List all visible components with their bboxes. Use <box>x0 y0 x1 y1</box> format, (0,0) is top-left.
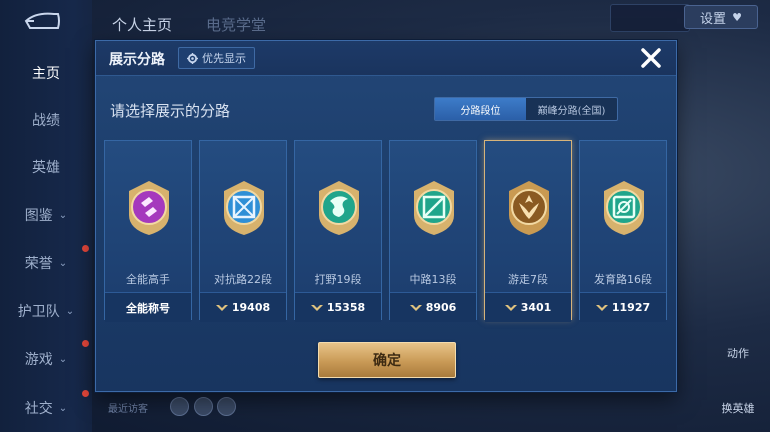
lane-name: 游走7段 <box>508 273 548 286</box>
heart-icon: ♥ <box>732 10 742 24</box>
chevron-down-icon: ⌄ <box>58 257 68 269</box>
nav-label: 社交 <box>24 401 53 417</box>
avatar[interactable] <box>194 397 213 416</box>
lane-points: 8906 <box>425 301 457 314</box>
notification-dot <box>82 390 89 397</box>
notification-dot <box>82 340 89 347</box>
lane-points: 19408 <box>231 301 271 314</box>
nav-label: 英雄 <box>32 160 60 176</box>
points-icon <box>215 304 228 311</box>
tab-esports-academy[interactable]: 电竞学堂 <box>206 14 266 35</box>
lane-points: 3401 <box>520 301 552 314</box>
nav-label: 荣誉 <box>24 256 53 272</box>
lane-points: 15358 <box>326 301 366 314</box>
nav-item-guard-team[interactable]: 护卫队 ⌄ <box>0 296 92 326</box>
close-button[interactable] <box>632 45 670 71</box>
nav-item-heroes[interactable]: 英雄 <box>0 152 92 182</box>
nav-item-social[interactable]: 社交 ⌄ <box>0 393 92 423</box>
lane-card-allround[interactable]: 全能高手 全能称号 <box>104 140 192 322</box>
points-icon <box>310 304 323 311</box>
lane-footer: 3401 <box>485 292 571 322</box>
farm-lane-badge-icon <box>604 181 644 235</box>
lane-name: 发育路16段 <box>594 273 652 286</box>
avatar[interactable] <box>217 397 236 416</box>
lane-title: 全能称号 <box>126 301 170 315</box>
nav-label: 主页 <box>32 66 60 82</box>
nav-label: 护卫队 <box>17 304 60 320</box>
avatar[interactable] <box>170 397 189 416</box>
nav-item-honor[interactable]: 荣誉 ⌄ <box>0 248 92 278</box>
lane-footer: 15358 <box>295 292 381 322</box>
lane-footer: 19408 <box>200 292 286 322</box>
emote-button[interactable]: 动作 <box>716 345 760 361</box>
lane-card-farm[interactable]: 发育路16段 11927 <box>579 140 667 322</box>
chevron-down-icon: ⌄ <box>65 305 75 317</box>
settings-label: 设置 <box>700 11 727 27</box>
gear-icon <box>187 52 198 64</box>
chevron-down-icon: ⌄ <box>58 353 68 365</box>
toggle-lane-rank[interactable]: 分路段位 <box>435 98 526 120</box>
lane-name: 对抗路22段 <box>214 273 272 286</box>
section-subtitle: 请选择展示的分路 <box>110 102 231 120</box>
points-icon <box>409 304 422 311</box>
priority-label: 优先显示 <box>202 52 246 65</box>
priority-display-button[interactable]: 优先显示 <box>178 47 255 69</box>
jungle-badge-icon <box>319 181 359 235</box>
chevron-down-icon: ⌄ <box>58 209 68 221</box>
allround-badge-icon <box>129 181 169 235</box>
lane-footer: 8906 <box>390 292 476 322</box>
nav-label: 游戏 <box>24 352 53 368</box>
nav-item-games[interactable]: 游戏 ⌄ <box>0 344 92 374</box>
lane-name: 中路13段 <box>409 273 457 286</box>
lane-mode-toggle: 分路段位 巅峰分路(全国) <box>434 97 618 121</box>
back-icon[interactable] <box>20 10 64 32</box>
nav-item-home[interactable]: 主页 <box>0 58 92 88</box>
nav-item-codex[interactable]: 图鉴 ⌄ <box>0 200 92 230</box>
mid-lane-badge-icon <box>414 181 454 235</box>
lane-name: 打野19段 <box>314 273 362 286</box>
lane-name: 全能高手 <box>126 273 170 286</box>
lane-card-clash[interactable]: 对抗路22段 19408 <box>199 140 287 322</box>
chevron-down-icon: ⌄ <box>58 402 68 414</box>
lane-card-mid[interactable]: 中路13段 8906 <box>389 140 477 322</box>
side-navigation: 主页 战绩 英雄 图鉴 ⌄ 荣誉 ⌄ 护卫队 ⌄ 游戏 ⌄ 社交 ⌄ <box>0 0 92 432</box>
lane-card-jungle[interactable]: 打野19段 15358 <box>294 140 382 322</box>
lane-points: 11927 <box>611 301 651 314</box>
recent-visitors-label: 最近访客 <box>108 404 148 415</box>
nav-label: 战绩 <box>32 113 60 129</box>
lane-footer: 11927 <box>580 292 666 322</box>
notification-dot <box>82 245 89 252</box>
toggle-peak-lane[interactable]: 巅峰分路(全国) <box>526 98 617 120</box>
points-icon <box>504 304 517 311</box>
lane-card-roam[interactable]: 游走7段 3401 <box>484 140 572 322</box>
close-icon <box>641 48 661 68</box>
lane-display-modal: 展示分路 优先显示 请选择展示的分路 分路段位 巅峰分路(全国) 全能高手 全能… <box>95 40 677 392</box>
settings-button[interactable]: 设置 ♥ <box>684 5 758 29</box>
lane-footer: 全能称号 <box>105 292 191 322</box>
modal-header: 展示分路 优先显示 <box>96 41 676 76</box>
tab-profile[interactable]: 个人主页 <box>112 14 172 35</box>
vip-status <box>610 4 690 32</box>
nav-item-records[interactable]: 战绩 <box>0 105 92 135</box>
change-hero-button[interactable]: 换英雄 <box>716 400 760 416</box>
lane-cards: 全能高手 全能称号 对抗路22段 19408 打野19段 15358 中路13段… <box>104 140 668 322</box>
points-icon <box>595 304 608 311</box>
nav-label: 图鉴 <box>24 208 53 224</box>
modal-title: 展示分路 <box>109 52 165 68</box>
confirm-button[interactable]: 确定 <box>318 342 456 378</box>
clash-lane-badge-icon <box>224 181 264 235</box>
roam-badge-icon <box>509 181 549 235</box>
